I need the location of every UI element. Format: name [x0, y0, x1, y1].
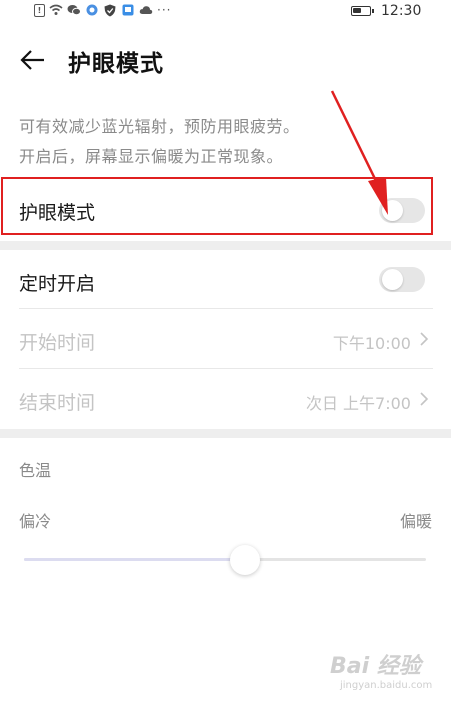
start-time-row[interactable]: 开始时间 下午10:00 [0, 309, 451, 368]
end-time-row[interactable]: 结束时间 次日 上午7:00 [0, 369, 451, 428]
toggle-knob [382, 269, 403, 290]
end-time-label: 结束时间 [19, 392, 96, 414]
app-icon [121, 3, 135, 17]
section-divider [0, 429, 451, 438]
battery-icon [351, 6, 374, 16]
end-time-value: 次日 上午7:00 [305, 394, 411, 413]
start-time-label: 开始时间 [19, 332, 96, 354]
schedule-row[interactable]: 定时开启 [0, 250, 451, 308]
schedule-label: 定时开启 [19, 273, 96, 295]
watermark-url: jingyan.baidu.com [340, 680, 433, 691]
chevron-right-icon [420, 332, 429, 346]
section-divider [0, 241, 451, 250]
slider-thumb[interactable] [230, 545, 260, 575]
wechat-icon [67, 3, 81, 17]
warm-label: 偏暖 [399, 512, 432, 531]
status-bar: ! ··· 12:30 [0, 0, 451, 24]
color-temp-title: 色温 [19, 461, 52, 480]
arrow-left-icon [20, 50, 44, 70]
description-line-2: 开启后，屏幕显示偏暖为正常现象。 [19, 147, 284, 166]
color-temp-slider[interactable] [24, 558, 426, 561]
shield-icon [103, 3, 117, 17]
start-time-value: 下午10:00 [332, 334, 411, 353]
chevron-right-icon [420, 392, 429, 406]
schedule-toggle[interactable] [379, 267, 425, 292]
cloud-icon [139, 3, 153, 17]
cool-label: 偏冷 [19, 512, 52, 531]
app-icon [85, 3, 99, 17]
battery-level-fill [353, 8, 361, 13]
back-button[interactable] [18, 46, 48, 74]
status-time: 12:30 [381, 3, 422, 19]
sim-alert-icon: ! [34, 3, 45, 17]
wifi-icon [49, 3, 63, 17]
page-title: 护眼模式 [68, 51, 164, 77]
watermark: Bai 经验 [330, 654, 421, 679]
annotation-arrow-icon [330, 90, 388, 215]
more-notifications-indicator: ··· [157, 3, 172, 17]
status-icons: ! ··· [34, 3, 171, 17]
description-line-1: 可有效减少蓝光辐射，预防用眼疲劳。 [19, 117, 300, 136]
slider-fill [24, 558, 245, 561]
